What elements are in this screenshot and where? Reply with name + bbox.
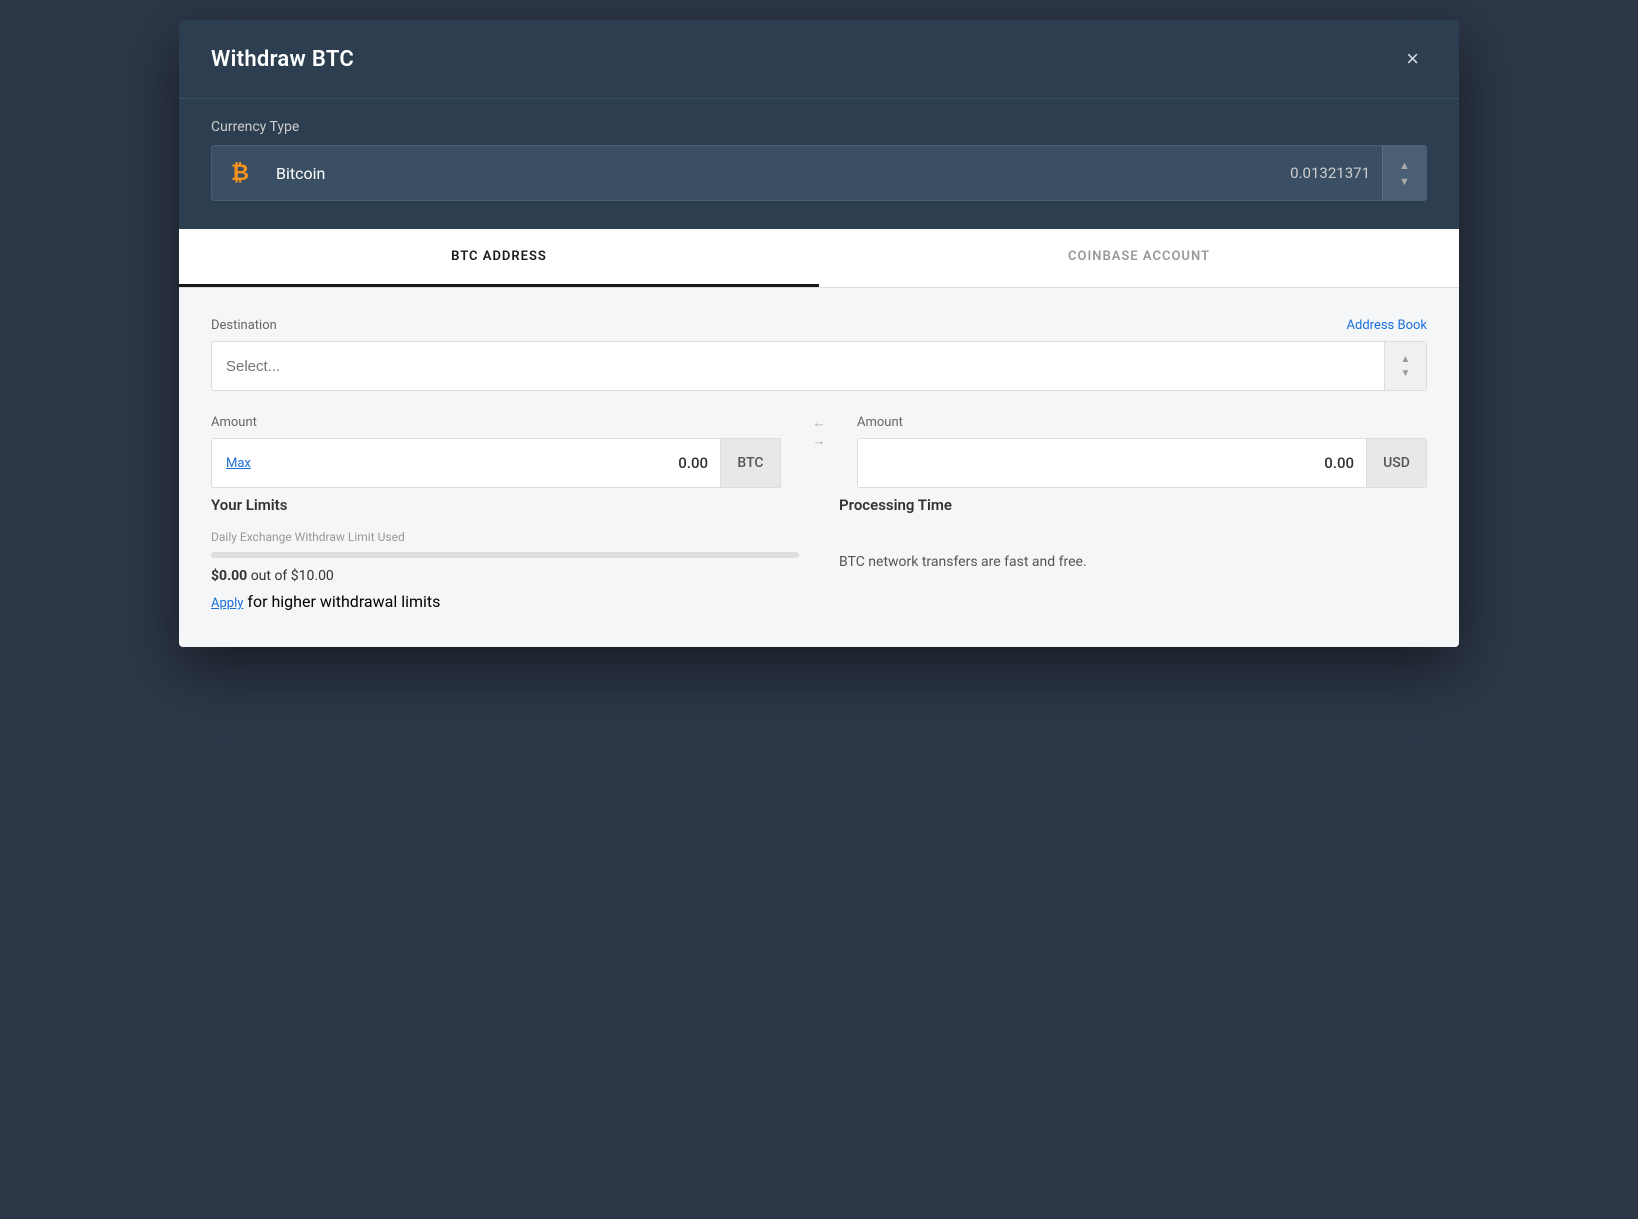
currency-chevron[interactable]: ▲ ▼ [1382, 146, 1426, 200]
chevron-up-icon: ▲ [1399, 159, 1410, 172]
btc-amount-value: 0.00 [265, 454, 720, 472]
apply-row: Apply for higher withdrawal limits [211, 592, 799, 611]
destination-label: Destination [211, 318, 277, 333]
amount-fields-row: Amount Max 0.00 BTC ← → [211, 415, 1427, 488]
amount-total: out of $10.00 [251, 568, 334, 584]
amount-used: $0.00 [211, 568, 247, 584]
arrow-left-icon: ← [813, 415, 826, 431]
limits-row: Your Limits Daily Exchange Withdraw Limi… [211, 496, 1427, 611]
btc-amount-field: Amount Max 0.00 BTC [211, 415, 781, 488]
usd-amount-value: 0.00 [858, 454, 1366, 472]
destination-label-row: Destination Address Book [211, 318, 1427, 333]
tab-coinbase-account[interactable]: COINBASE ACCOUNT [819, 229, 1459, 287]
btc-amount-group: Max 0.00 BTC [211, 438, 781, 488]
chevron-down-icon: ▼ [1399, 175, 1410, 188]
processing-description: BTC network transfers are fast and free. [839, 554, 1427, 570]
destination-input[interactable] [212, 342, 1384, 390]
max-link[interactable]: Max [212, 456, 265, 471]
currency-selector[interactable]: ₿ Bitcoin 0.01321371 ▲ ▼ [211, 145, 1427, 201]
btc-amount-input-wrapper: Max 0.00 BTC [211, 438, 781, 488]
destination-field-group: Destination Address Book ▲ ▼ [211, 318, 1427, 391]
modal-title: Withdraw BTC [211, 47, 354, 72]
apply-suffix: for higher withdrawal limits [243, 592, 440, 611]
processing-section: Processing Time BTC network transfers ar… [839, 496, 1427, 611]
currency-balance: 0.01321371 [1290, 164, 1382, 182]
limits-title: Your Limits [211, 496, 799, 514]
btc-amount-label: Amount [211, 415, 257, 430]
usd-currency-badge: USD [1366, 439, 1426, 487]
usd-amount-field: Amount 0.00 USD [857, 415, 1427, 488]
btc-currency-badge: BTC [720, 439, 780, 487]
close-button[interactable]: × [1398, 44, 1427, 74]
modal-overlay: Withdraw BTC × Currency Type ₿ Bitcoin 0… [179, 20, 1459, 647]
destination-input-wrapper: ▲ ▼ [211, 341, 1427, 391]
chevron-up-icon: ▲ [1401, 354, 1411, 365]
bitcoin-icon: ₿ [212, 160, 268, 186]
tab-bar: BTC ADDRESS COINBASE ACCOUNT [179, 229, 1459, 288]
progress-bar-container [211, 552, 799, 558]
tab-btc-address[interactable]: BTC ADDRESS [179, 229, 819, 287]
currency-type-label: Currency Type [211, 119, 1427, 135]
withdraw-btc-modal: Withdraw BTC × Currency Type ₿ Bitcoin 0… [179, 20, 1459, 647]
limits-section: Your Limits Daily Exchange Withdraw Limi… [211, 496, 799, 611]
apply-link[interactable]: Apply [211, 596, 243, 611]
form-area: Destination Address Book ▲ ▼ [179, 288, 1459, 647]
arrow-right-icon: → [813, 433, 826, 449]
destination-chevron[interactable]: ▲ ▼ [1384, 342, 1426, 390]
address-book-link[interactable]: Address Book [1347, 318, 1427, 333]
processing-title: Processing Time [839, 496, 1427, 514]
modal-body: BTC ADDRESS COINBASE ACCOUNT Destination… [179, 229, 1459, 647]
usd-amount-label: Amount [857, 415, 903, 430]
modal-header: Withdraw BTC × [179, 20, 1459, 99]
currency-section: Currency Type ₿ Bitcoin 0.01321371 ▲ ▼ [179, 99, 1459, 229]
daily-limit-label: Daily Exchange Withdraw Limit Used [211, 530, 799, 544]
limits-amount: $0.00 out of $10.00 [211, 568, 799, 584]
currency-name: Bitcoin [268, 164, 1290, 183]
exchange-arrows[interactable]: ← → [797, 415, 841, 449]
chevron-down-icon: ▼ [1401, 368, 1411, 379]
usd-amount-input-wrapper: 0.00 USD [857, 438, 1427, 488]
